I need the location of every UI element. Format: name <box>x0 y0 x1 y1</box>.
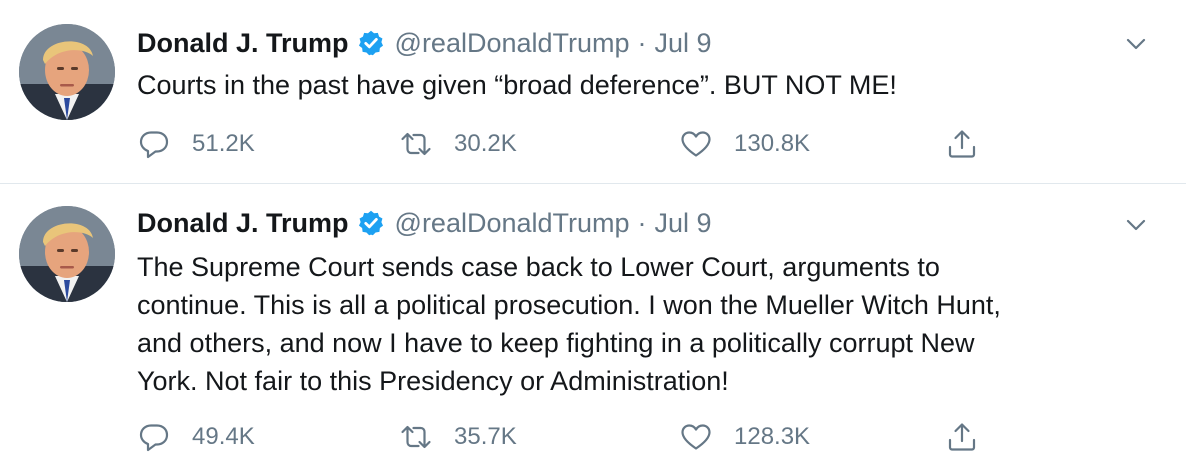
reply-count: 51.2K <box>192 130 255 157</box>
author-handle[interactable]: @realDonaldTrump <box>395 208 630 239</box>
retweet-button[interactable]: 35.7K <box>399 417 517 457</box>
separator-dot: · <box>637 27 647 58</box>
chevron-down-icon[interactable] <box>1122 30 1150 58</box>
retweet-icon <box>401 132 431 156</box>
reply-icon <box>139 424 169 452</box>
separator-dot: · <box>637 207 647 238</box>
share-button[interactable] <box>945 417 979 457</box>
reply-count: 49.4K <box>192 423 255 450</box>
avatar[interactable] <box>19 24 115 120</box>
tweet-date[interactable]: Jul 9 <box>655 28 712 59</box>
avatar[interactable] <box>19 206 115 302</box>
like-count: 130.8K <box>734 130 811 157</box>
tweet-date[interactable]: Jul 9 <box>655 208 712 239</box>
tweet-header: Donald J. Trump @realDonaldTrump · Jul 9 <box>137 23 712 63</box>
like-icon <box>681 131 711 157</box>
tweet[interactable]: Donald J. Trump @realDonaldTrump · Jul 9… <box>0 0 1186 184</box>
like-icon <box>681 424 711 450</box>
tweet-feed: Donald J. Trump @realDonaldTrump · Jul 9… <box>0 0 1186 470</box>
author-handle[interactable]: @realDonaldTrump <box>395 28 630 59</box>
tweet-text-line: Courts in the past have given “broad def… <box>137 70 897 100</box>
retweet-button[interactable]: 30.2K <box>399 124 517 164</box>
tweet-text-line: and others, and now I have to keep fight… <box>137 328 975 358</box>
share-icon <box>948 130 976 158</box>
avatar-image <box>19 206 115 302</box>
tweet-text-line: The Supreme Court sends case back to Low… <box>137 252 940 282</box>
tweet-actions: 49.4K 35.7K 128.3K <box>137 417 997 457</box>
tweet-actions: 51.2K 30.2K 130.8K <box>137 124 997 164</box>
retweet-count: 35.7K <box>454 423 517 450</box>
retweet-count: 30.2K <box>454 130 517 157</box>
author-name[interactable]: Donald J. Trump <box>137 28 349 59</box>
share-button[interactable] <box>945 124 979 164</box>
tweet-text: Courts in the past have given “broad def… <box>137 66 1147 104</box>
tweet-text: The Supreme Court sends case back to Low… <box>137 248 1147 400</box>
tweet-header: Donald J. Trump @realDonaldTrump · Jul 9 <box>137 203 712 243</box>
reply-button[interactable]: 49.4K <box>137 417 255 457</box>
chevron-down-icon[interactable] <box>1122 211 1150 239</box>
avatar-image <box>19 24 115 120</box>
tweet-text-line: York. Not fair to this Presidency or Adm… <box>137 366 729 396</box>
reply-icon <box>139 131 169 159</box>
like-count: 128.3K <box>734 423 811 450</box>
reply-button[interactable]: 51.2K <box>137 124 255 164</box>
like-button[interactable]: 128.3K <box>679 417 810 457</box>
like-button[interactable]: 130.8K <box>679 124 810 164</box>
retweet-icon <box>401 425 431 449</box>
author-name[interactable]: Donald J. Trump <box>137 208 349 239</box>
share-icon <box>948 423 976 451</box>
verified-badge-icon <box>357 209 385 237</box>
tweet[interactable]: Donald J. Trump @realDonaldTrump · Jul 9… <box>0 184 1186 470</box>
verified-badge-icon <box>357 29 385 57</box>
tweet-text-line: continue. This is all a political prosec… <box>137 290 1001 320</box>
